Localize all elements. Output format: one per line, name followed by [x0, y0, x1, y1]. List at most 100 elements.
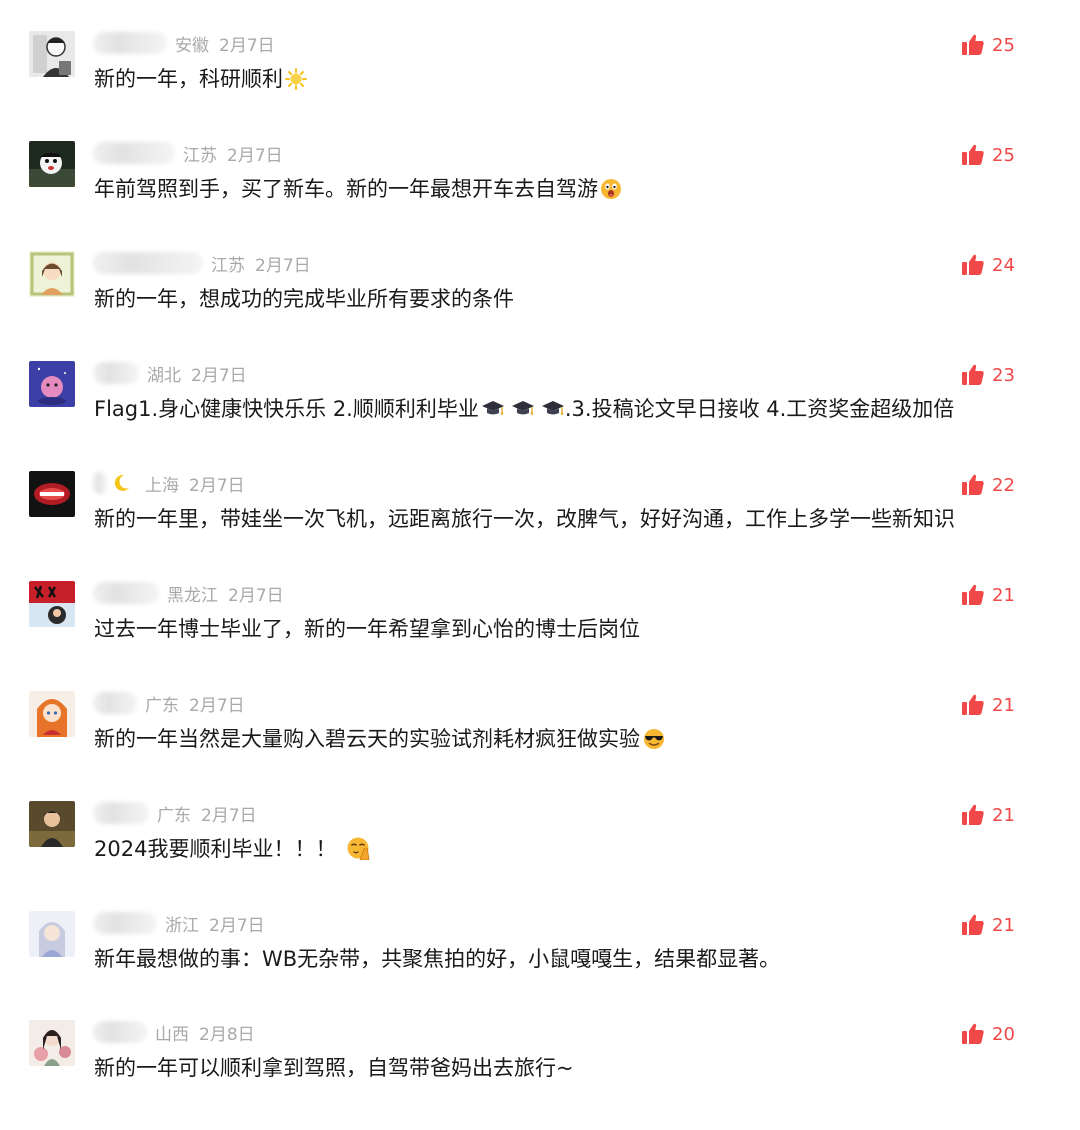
comment-item: 江苏 2月7日 24 新的一年，想成功的完成毕业所有要求的条件 [0, 251, 1080, 361]
comment-region: 山西 [155, 1024, 189, 1045]
comment-item: 山西 2月8日 20 新的一年可以顺利拿到驾照，自驾带爸妈出去旅行~ [0, 1020, 1080, 1130]
comment-region: 江苏 [183, 145, 217, 166]
comment-text: 新的一年当然是大量购入碧云天的实验试剂耗材疯狂做实验 [94, 725, 666, 753]
like-count: 21 [992, 584, 1015, 606]
blurred-username[interactable] [93, 32, 167, 54]
thumbs-up-icon [961, 143, 985, 167]
comment-text: 新的一年，科研顺利 [94, 65, 307, 93]
comment-date: 2月7日 [191, 365, 247, 386]
like-button[interactable]: 21 [961, 582, 1015, 608]
graduation-cap-icon [511, 401, 534, 415]
like-count: 25 [992, 144, 1015, 166]
avatar[interactable] [29, 801, 75, 847]
comment-region: 黑龙江 [167, 585, 218, 606]
comment-date: 2月7日 [255, 255, 311, 276]
comment-meta: 江苏 2月7日 [93, 141, 283, 166]
avatar[interactable] [29, 141, 75, 187]
like-button[interactable]: 23 [961, 362, 1015, 388]
comment-item: 黑龙江 2月7日 21 过去一年博士毕业了，新的一年希望拿到心怡的博士后岗位 [0, 581, 1080, 691]
like-button[interactable]: 25 [961, 142, 1015, 168]
comment-item: 江苏 2月7日 25 年前驾照到手，买了新车。新的一年最想开车去自驾游 [0, 141, 1080, 251]
like-count: 20 [992, 1023, 1015, 1045]
comment-item: 浙江 2月7日 21 新年最想做的事：WB无杂带，共聚焦拍的好，小鼠嘎嘎生，结果… [0, 911, 1080, 1021]
avatar[interactable] [29, 471, 75, 517]
comment-region: 广东 [157, 805, 191, 826]
comment-meta: 广东 2月7日 [93, 691, 245, 716]
comment-date: 2月7日 [201, 805, 257, 826]
comment-text: 年前驾照到手，买了新车。新的一年最想开车去自驾游 [94, 175, 622, 203]
like-count: 21 [992, 694, 1015, 716]
blurred-username[interactable] [93, 1021, 147, 1043]
comment-meta: 广东 2月7日 [93, 801, 257, 826]
thumbs-up-icon [961, 913, 985, 937]
blurred-username[interactable] [93, 252, 203, 274]
thumbs-up-icon [961, 33, 985, 57]
avatar[interactable] [29, 361, 75, 407]
comment-meta: 安徽 2月7日 [93, 31, 275, 56]
comment-date: 2月8日 [199, 1024, 255, 1045]
avatar[interactable] [29, 581, 75, 627]
thumbs-up-icon [961, 583, 985, 607]
sunglasses-face-icon [644, 729, 664, 749]
like-button[interactable]: 22 [961, 472, 1015, 498]
thumbs-up-icon [961, 473, 985, 497]
comment-date: 2月7日 [189, 695, 245, 716]
like-count: 25 [992, 34, 1015, 56]
comment-text: 新年最想做的事：WB无杂带，共聚焦拍的好，小鼠嘎嘎生，结果都显著。 [94, 947, 781, 971]
blurred-username[interactable] [93, 912, 157, 934]
comment-text: 过去一年博士毕业了，新的一年希望拿到心怡的博士后岗位 [94, 617, 640, 641]
comment-item: 湖北 2月7日 23 Flag1.身心健康快快乐乐 2.顺顺利利毕业 .3.投稿… [0, 361, 1080, 471]
comment-date: 2月7日 [189, 475, 245, 496]
comment-meta: 江苏 2月7日 [93, 251, 311, 276]
like-count: 21 [992, 914, 1015, 936]
comment-meta: 上海 2月7日 [93, 471, 245, 496]
like-count: 24 [992, 254, 1015, 276]
blurred-username[interactable] [93, 582, 159, 604]
like-button[interactable]: 24 [961, 252, 1015, 278]
blurred-username[interactable] [93, 142, 175, 164]
comment-region: 广东 [145, 695, 179, 716]
avatar[interactable] [29, 911, 75, 957]
comment-text: 新的一年里，带娃坐一次飞机，远距离旅行一次，改脾气，好好沟通，工作上多学一些新知… [94, 507, 955, 531]
blurred-username[interactable] [93, 692, 137, 714]
crescent-moon-icon [114, 474, 129, 491]
comment-date: 2月7日 [209, 915, 265, 936]
blurred-username[interactable] [93, 472, 107, 494]
like-button[interactable]: 25 [961, 32, 1015, 58]
like-count: 22 [992, 474, 1015, 496]
graduation-cap-icon [481, 401, 504, 415]
comment-item: 安徽 2月7日 25 新的一年，科研顺利 [0, 31, 1080, 141]
avatar[interactable] [29, 691, 75, 737]
surprised-face-icon [601, 179, 621, 199]
comment-item: 广东 2月7日 21 新的一年当然是大量购入碧云天的实验试剂耗材疯狂做实验 [0, 691, 1080, 801]
blurred-username[interactable] [93, 362, 139, 384]
comment-date: 2月7日 [227, 145, 283, 166]
like-count: 23 [992, 364, 1015, 386]
praying-face-icon [347, 837, 370, 860]
comment-region: 江苏 [211, 255, 245, 276]
avatar[interactable] [29, 31, 75, 77]
comment-meta: 黑龙江 2月7日 [93, 581, 284, 606]
thumbs-up-icon [961, 803, 985, 827]
avatar[interactable] [29, 1020, 75, 1066]
comment-text: 新的一年可以顺利拿到驾照，自驾带爸妈出去旅行~ [94, 1056, 574, 1080]
comment-date: 2月7日 [228, 585, 284, 606]
thumbs-up-icon [961, 253, 985, 277]
sun-icon [285, 68, 307, 90]
avatar[interactable] [29, 251, 75, 297]
thumbs-up-icon [961, 363, 985, 387]
like-count: 21 [992, 804, 1015, 826]
thumbs-up-icon [961, 693, 985, 717]
comment-date: 2月7日 [219, 35, 275, 56]
comment-meta: 山西 2月8日 [93, 1020, 255, 1045]
like-button[interactable]: 21 [961, 912, 1015, 938]
like-button[interactable]: 21 [961, 692, 1015, 718]
blurred-username[interactable] [93, 802, 149, 824]
like-button[interactable]: 20 [961, 1021, 1015, 1047]
comment-region: 浙江 [165, 915, 199, 936]
graduation-cap-icon [541, 401, 564, 415]
like-button[interactable]: 21 [961, 802, 1015, 828]
comment-region: 湖北 [147, 365, 181, 386]
comment-item: 广东 2月7日 21 2024我要顺利毕业！！！ [0, 801, 1080, 911]
comment-region: 安徽 [175, 35, 209, 56]
